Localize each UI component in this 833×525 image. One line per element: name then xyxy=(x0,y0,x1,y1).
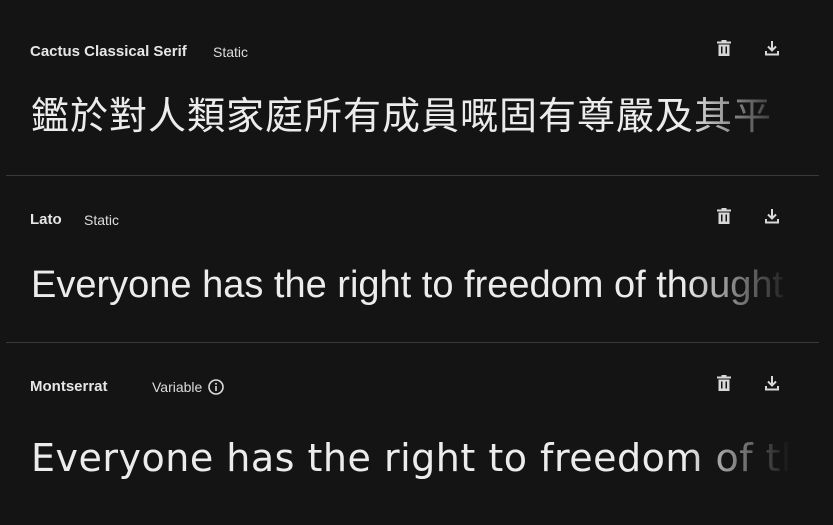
trash-icon xyxy=(717,208,731,224)
font-row-cactus-classical-serif: Cactus Classical Serif Static 鑑於對人類家庭所有成… xyxy=(0,0,833,175)
font-type-tag: Static xyxy=(84,212,119,228)
font-sample-text[interactable]: 鑑於對人類家庭所有成員嘅固有尊嚴及其平 xyxy=(31,90,791,142)
font-type-label: Static xyxy=(213,44,249,60)
font-name: Cactus Classical Serif xyxy=(30,43,187,60)
download-icon xyxy=(765,40,779,55)
font-row-lato: Lato Static Everyone has the right to fr… xyxy=(0,176,833,342)
trash-icon xyxy=(717,40,731,56)
remove-font-button[interactable] xyxy=(715,374,733,392)
remove-font-button[interactable] xyxy=(715,39,733,57)
font-name: Lato xyxy=(30,211,62,228)
font-sample-text[interactable]: Everyone has the right to freedom of tho… xyxy=(31,432,791,484)
row-actions xyxy=(715,207,781,225)
remove-font-button[interactable] xyxy=(715,207,733,225)
font-sample-text[interactable]: Everyone has the right to freedom of tho… xyxy=(31,260,791,310)
font-row-montserrat: Montserrat Variable Everyone has the rig… xyxy=(0,343,833,525)
row-actions xyxy=(715,39,781,57)
font-type-label: Variable xyxy=(152,379,203,395)
font-type-label: Static xyxy=(84,212,120,228)
row-actions xyxy=(715,374,781,392)
download-font-button[interactable] xyxy=(763,39,781,57)
selected-fonts-list: Cactus Classical Serif Static 鑑於對人類家庭所有成… xyxy=(0,0,833,525)
download-icon xyxy=(765,375,779,390)
info-icon[interactable] xyxy=(208,379,225,395)
download-icon xyxy=(765,208,779,223)
download-font-button[interactable] xyxy=(763,207,781,225)
download-font-button[interactable] xyxy=(763,374,781,392)
trash-icon xyxy=(717,375,731,391)
font-type-tag: Variable xyxy=(152,379,225,395)
font-name: Montserrat xyxy=(30,378,108,395)
font-type-tag: Static xyxy=(213,44,248,60)
